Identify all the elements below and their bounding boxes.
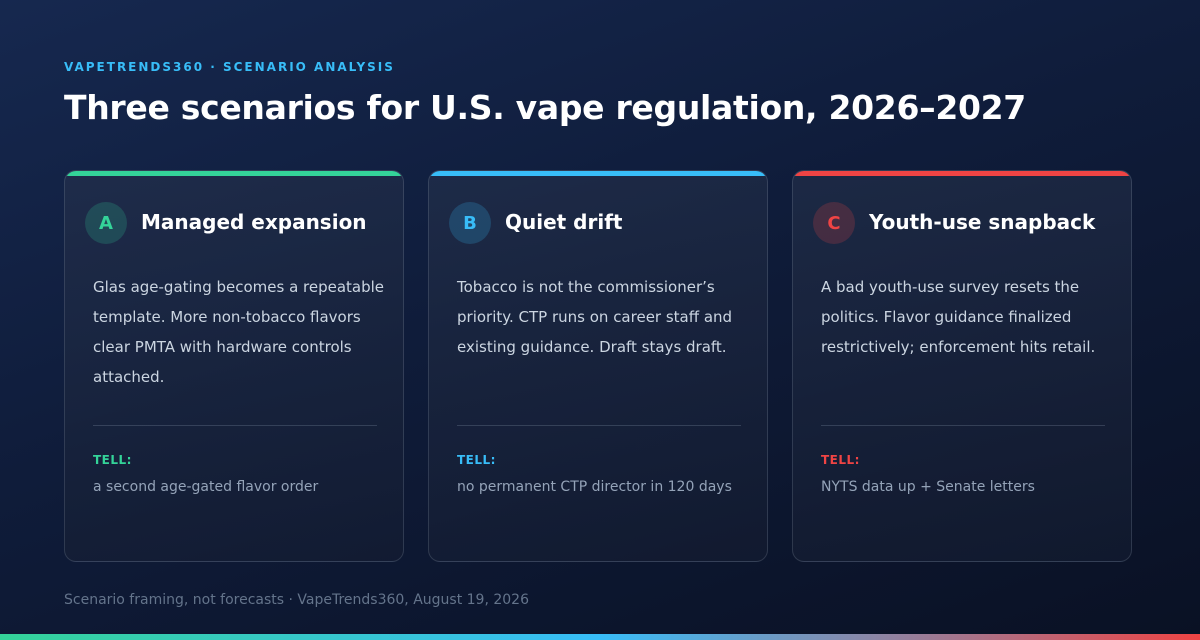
tell-text: no permanent CTP director in 120 days xyxy=(457,479,732,495)
scenario-letter-badge: B xyxy=(449,202,491,244)
scenario-card-a: A Managed expansion Glas age-gating beco… xyxy=(64,170,404,562)
tell-label: TELL: xyxy=(93,453,132,467)
scenario-body: Glas age-gating becomes a repeatable tem… xyxy=(93,278,385,386)
accent-bar xyxy=(793,171,1131,176)
scenario-body: Tobacco is not the commissioner’s priori… xyxy=(457,278,733,356)
scenario-title: Youth-use snapback xyxy=(869,210,1096,234)
scenario-body: A bad youth-use survey resets the politi… xyxy=(821,278,1096,356)
accent-bar xyxy=(429,171,767,176)
scenario-letter-badge: C xyxy=(813,202,855,244)
tell-text: NYTS data up + Senate letters xyxy=(821,479,1035,495)
tell-label: TELL: xyxy=(821,453,860,467)
tell-text: a second age-gated flavor order xyxy=(93,479,319,495)
divider xyxy=(93,425,377,426)
scenario-card-c: C Youth-use snapback A bad youth-use sur… xyxy=(792,170,1132,562)
divider xyxy=(457,425,741,426)
scenario-title: Quiet drift xyxy=(505,210,623,234)
footer-note: Scenario framing, not forecasts · VapeTr… xyxy=(64,592,529,608)
scenario-cards: A Managed expansion Glas age-gating beco… xyxy=(64,170,1132,562)
bottom-gradient-bar xyxy=(0,634,1200,640)
divider xyxy=(821,425,1105,426)
page-title: Three scenarios for U.S. vape regulation… xyxy=(64,88,1026,127)
kicker: VAPETRENDS360 · SCENARIO ANALYSIS xyxy=(64,60,395,74)
scenario-title: Managed expansion xyxy=(141,210,367,234)
scenario-card-b: B Quiet drift Tobacco is not the commiss… xyxy=(428,170,768,562)
accent-bar xyxy=(65,171,403,176)
scenario-letter-badge: A xyxy=(85,202,127,244)
tell-label: TELL: xyxy=(457,453,496,467)
